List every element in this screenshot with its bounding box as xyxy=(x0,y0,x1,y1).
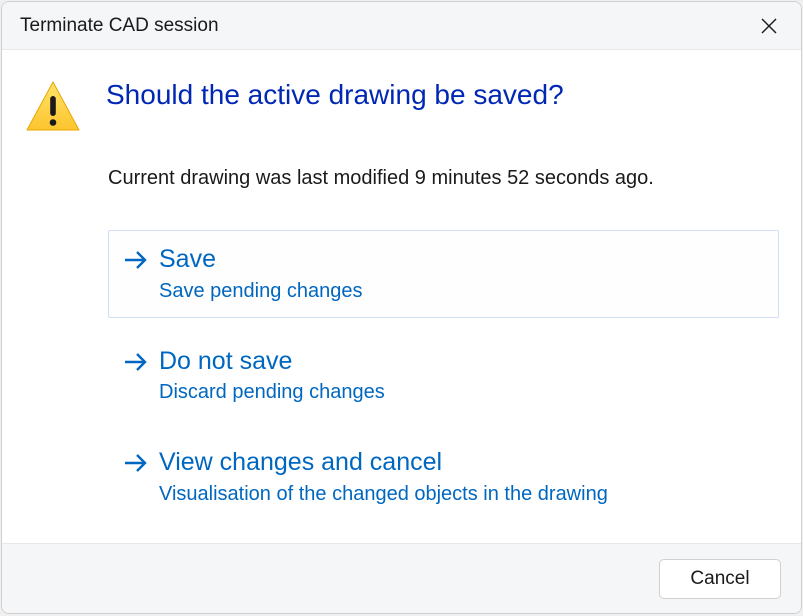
warning-icon-wrap xyxy=(24,78,82,139)
dialog-title: Terminate CAD session xyxy=(20,15,219,37)
option-title: View changes and cancel xyxy=(159,446,608,479)
close-button[interactable] xyxy=(751,8,787,44)
option-save[interactable]: Save Save pending changes xyxy=(108,230,779,318)
main-heading: Should the active drawing be saved? xyxy=(106,78,564,112)
close-icon xyxy=(760,17,778,35)
footer: Cancel xyxy=(2,543,801,613)
option-desc: Visualisation of the changed objects in … xyxy=(159,483,608,506)
titlebar: Terminate CAD session xyxy=(2,2,801,50)
header-row: Should the active drawing be saved? xyxy=(24,78,779,139)
arrow-icon xyxy=(123,345,149,378)
content-area: Should the active drawing be saved? Curr… xyxy=(2,50,801,543)
option-title: Do not save xyxy=(159,345,385,378)
option-title: Save xyxy=(159,243,363,276)
dialog-window: Terminate CAD session xyxy=(1,1,802,614)
options-list: Save Save pending changes Do not save Di… xyxy=(108,230,779,521)
warning-icon xyxy=(24,80,82,134)
option-text: View changes and cancel Visualisation of… xyxy=(159,446,608,506)
option-do-not-save[interactable]: Do not save Discard pending changes xyxy=(108,332,779,420)
arrow-icon xyxy=(123,243,149,276)
arrow-icon xyxy=(123,446,149,479)
option-desc: Save pending changes xyxy=(159,280,363,303)
option-view-changes[interactable]: View changes and cancel Visualisation of… xyxy=(108,433,779,521)
option-desc: Discard pending changes xyxy=(159,381,385,404)
subtext: Current drawing was last modified 9 minu… xyxy=(108,167,779,190)
cancel-button[interactable]: Cancel xyxy=(659,559,781,599)
option-text: Do not save Discard pending changes xyxy=(159,345,385,405)
option-text: Save Save pending changes xyxy=(159,243,363,303)
